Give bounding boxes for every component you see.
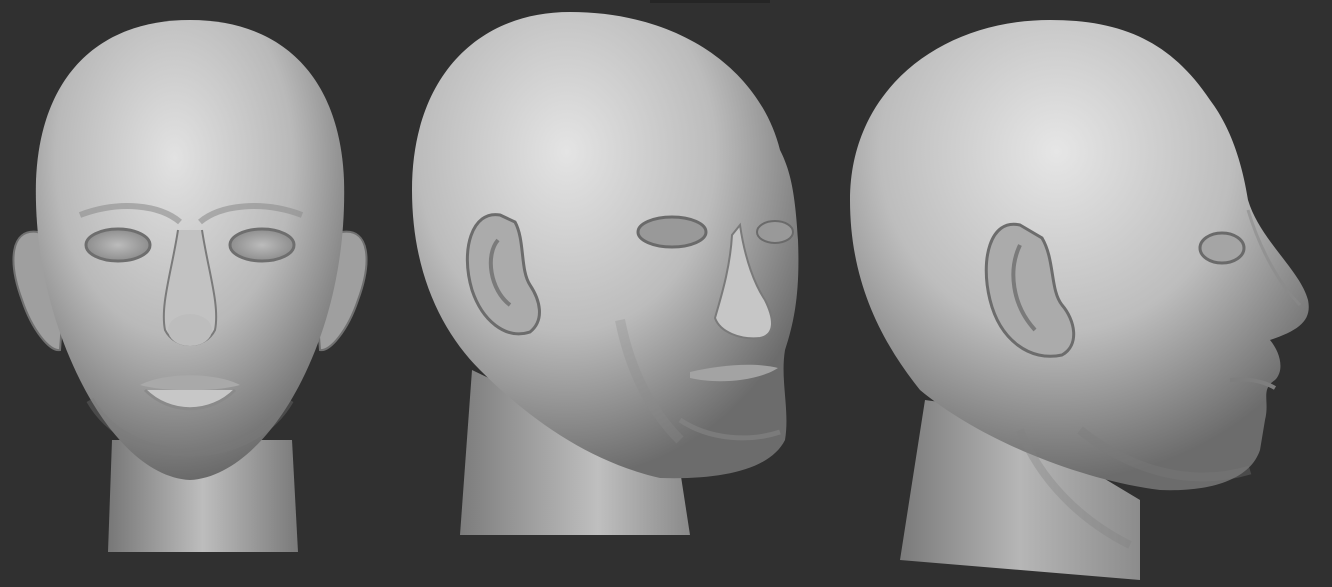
sculpt-viewport (0, 0, 1332, 587)
far-eye (756, 220, 794, 244)
left-eye (84, 227, 152, 263)
right-eye (228, 227, 296, 263)
head-sculpt-profile (850, 20, 1309, 580)
near-eye (636, 215, 708, 249)
head-sculpt-front (12, 20, 368, 552)
nose-tip (168, 314, 212, 346)
eye (1198, 231, 1246, 265)
head-sculpt-three-quarter (412, 12, 799, 535)
